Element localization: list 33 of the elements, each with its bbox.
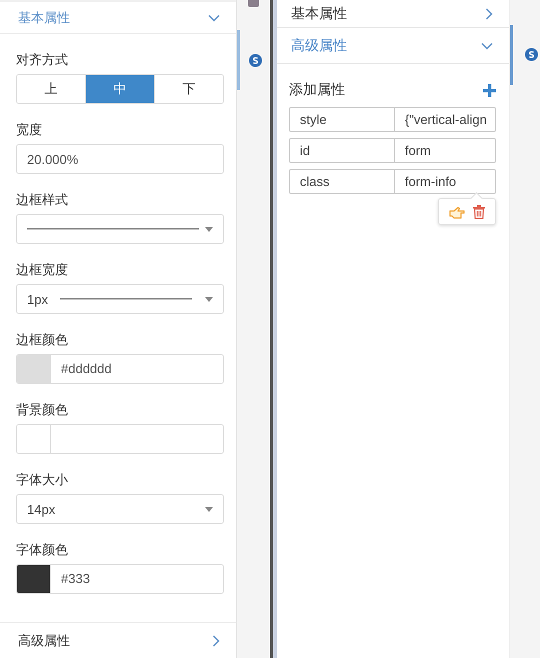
chevron-right-icon [485,8,494,20]
caret-icon [205,226,213,232]
line-sample-icon [27,227,199,231]
field-label: 字体颜色 [16,541,69,559]
segment-button[interactable]: 中 [85,75,154,103]
chevron-down-icon [208,14,220,22]
segment-button[interactable]: 下 [154,75,223,103]
scrollbar-thumb[interactable] [510,25,514,85]
section-label: 添加属性 [288,81,345,99]
caret-icon [205,296,213,302]
field-label: 字体大小 [16,471,69,489]
field-label: 背景颜色 [16,401,69,419]
field-label: 对齐方式 [16,51,69,69]
select-field[interactable]: 14px [16,494,224,524]
field-label: 边框样式 [16,191,69,209]
chevron-down-icon [481,42,494,50]
field-label: 边框颜色 [16,331,69,349]
input-field[interactable]: 20.000% [16,144,224,174]
select-value: 1px [27,292,48,306]
caret-icon [205,506,213,512]
scrollbar-thumb[interactable] [237,30,240,90]
circle-icon[interactable] [249,54,262,67]
line-select[interactable]: 1px [16,284,224,314]
field-label: 宽度 [16,121,43,139]
select-value: 14px [27,502,56,516]
field-label: 边框宽度 [16,261,69,279]
pointing-hand-icon[interactable] [449,204,466,218]
circle-icon[interactable] [525,48,538,61]
trash-icon[interactable] [473,204,486,218]
chevron-right-icon [212,634,220,646]
plus-icon[interactable] [483,84,496,96]
line-select[interactable] [16,214,224,244]
line-sample-icon [60,297,192,301]
